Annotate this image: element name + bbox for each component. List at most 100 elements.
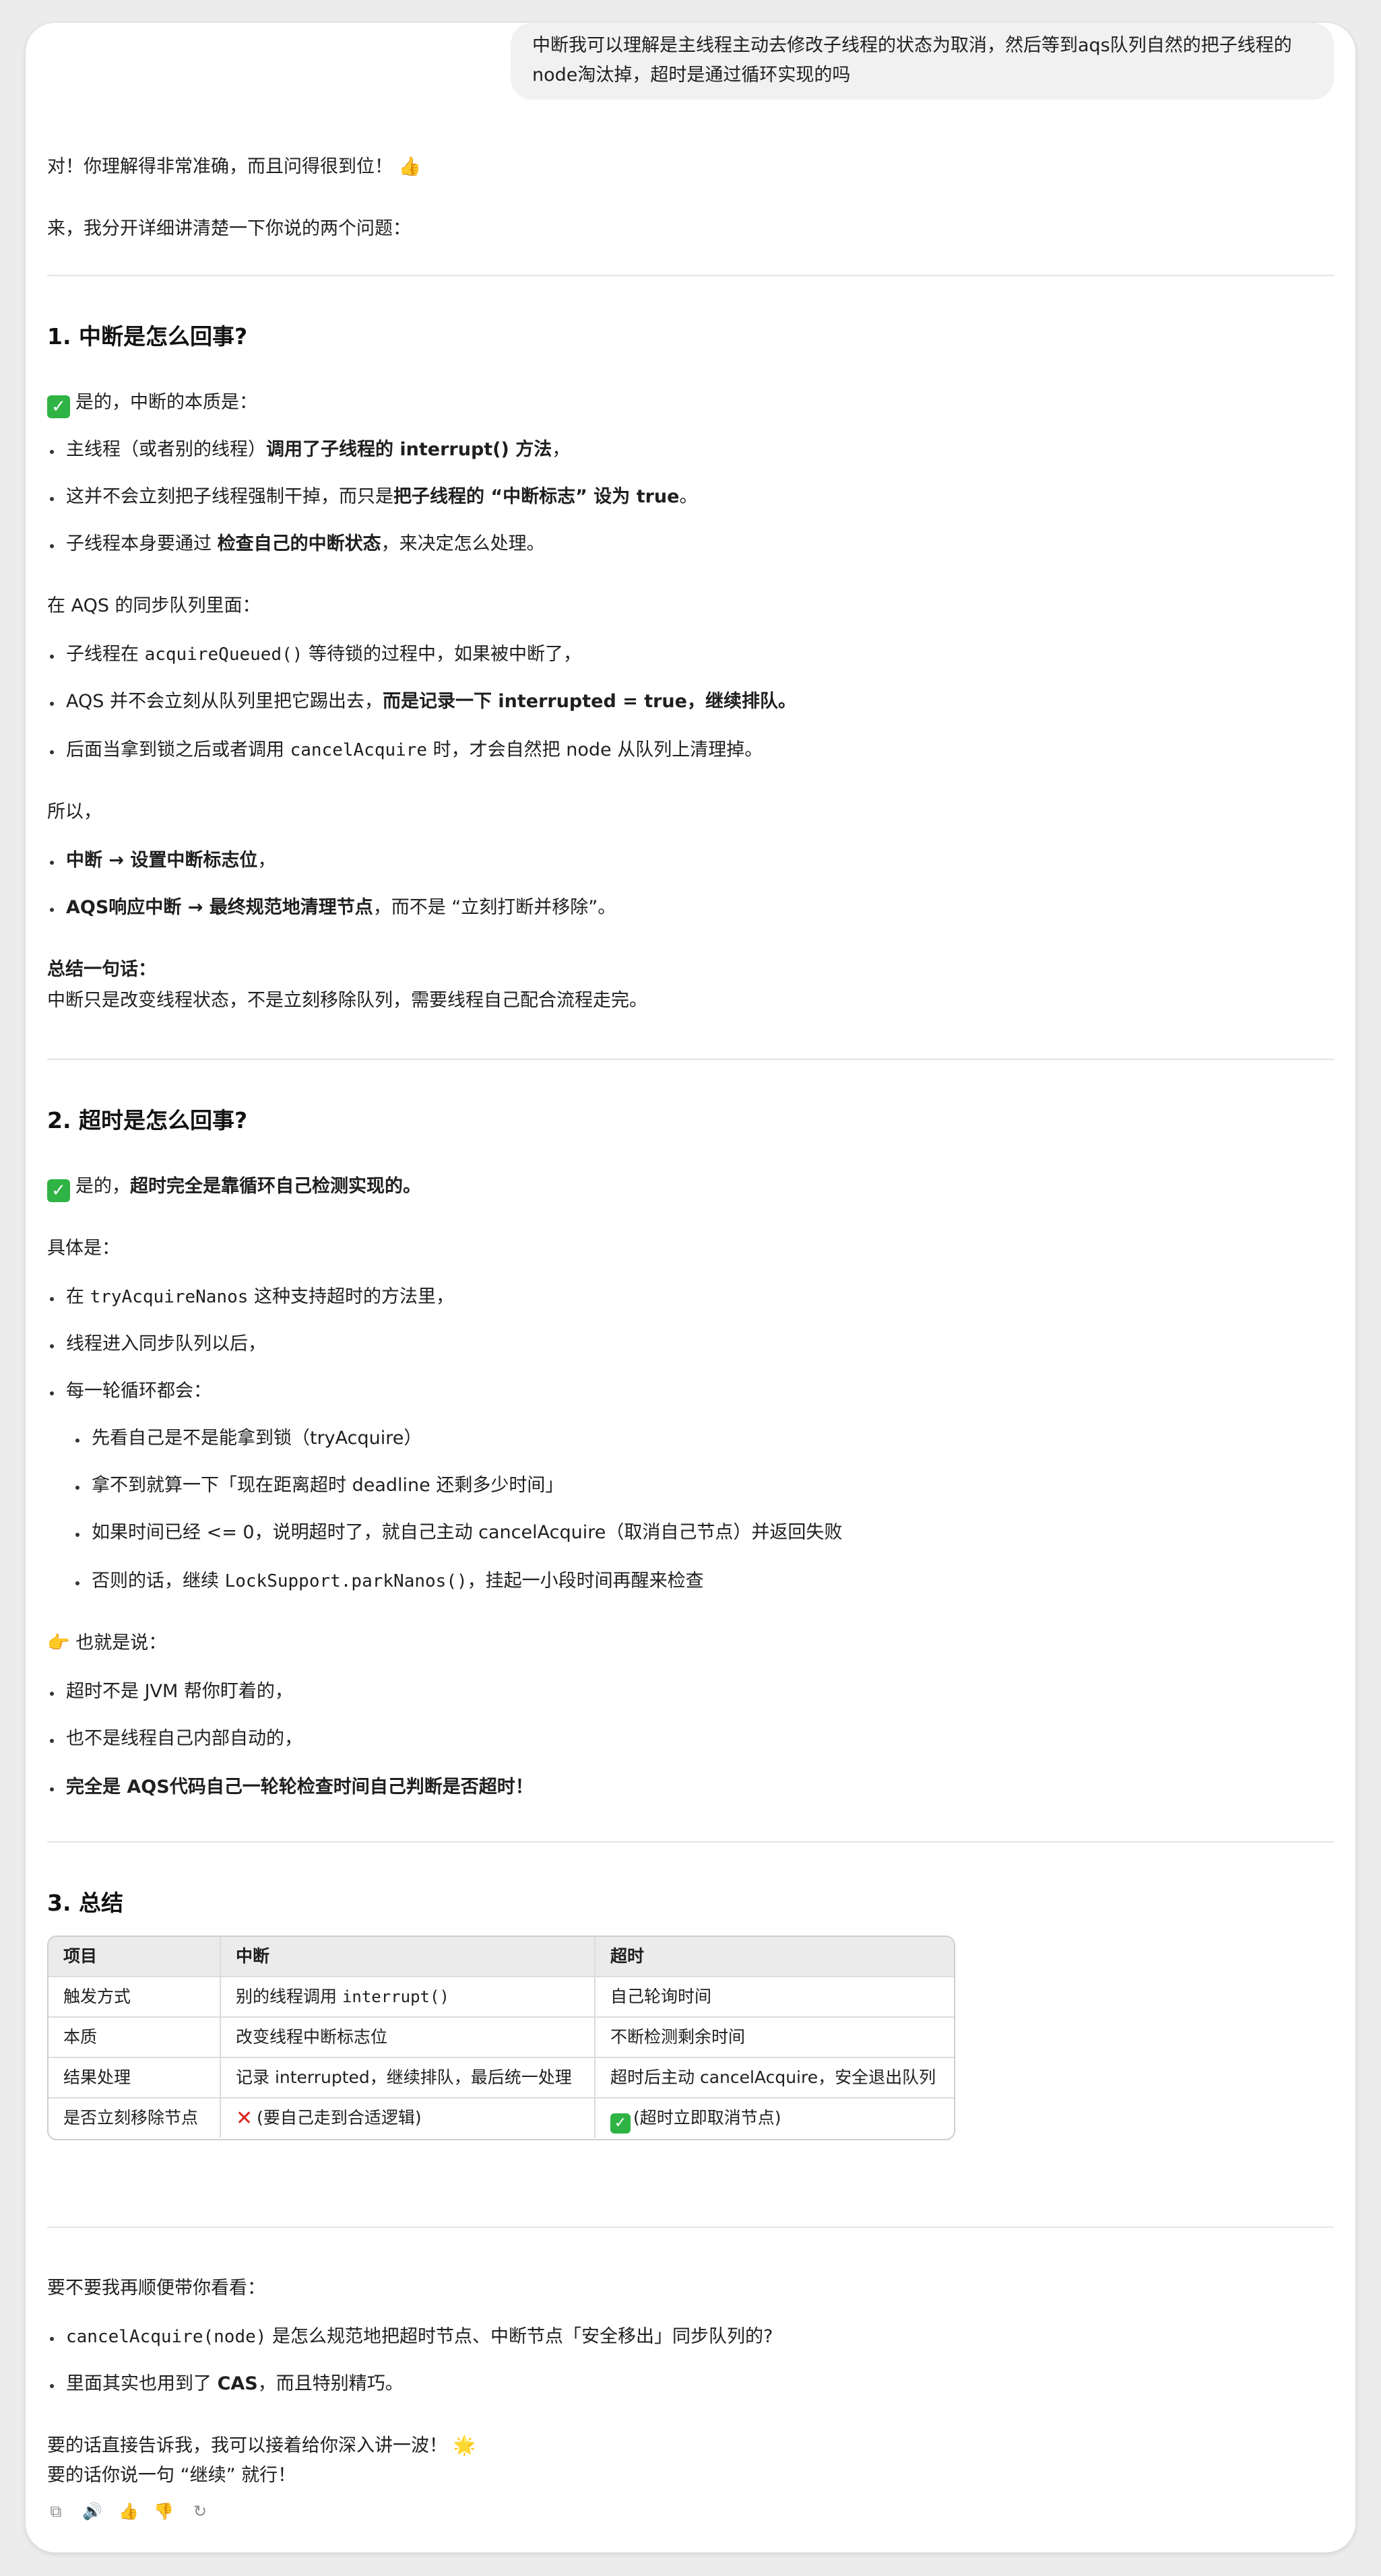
- bold-text: 把子线程的 “中断标志” 设为 true: [393, 486, 680, 507]
- divider: [47, 275, 1334, 276]
- aqs-lead: 在 AQS 的同步队列里面：: [47, 595, 261, 616]
- section-2-title: 2. 超时是怎么回事?: [47, 1107, 248, 1133]
- speaker-icon[interactable]: 🔊: [82, 2501, 102, 2521]
- bullet-icon: [50, 861, 54, 865]
- regenerate-icon[interactable]: ↻: [190, 2501, 210, 2521]
- bold-text: 调用了子线程的 interrupt() 方法: [266, 439, 552, 460]
- text: (超时立即取消节点): [633, 2108, 781, 2127]
- closing-line-1: 要的话直接告诉我，我可以接着给你深入讲一波！ 🌟: [47, 2433, 476, 2459]
- inline-code: LockSupport.parkNanos(): [224, 1571, 468, 1591]
- text: 在: [66, 1286, 90, 1307]
- bullet-icon: [75, 1533, 79, 1537]
- thumbs-down-icon[interactable]: 👎: [154, 2501, 174, 2521]
- text: 否则的话，继续: [92, 1571, 225, 1591]
- closing-line-2: 要的话你说一句 “继续” 就行！: [47, 2465, 296, 2486]
- list-item: 超时不是 JVM 帮你盯着的，: [66, 1681, 293, 1702]
- list-item: 线程进入同步队列以后，: [66, 1333, 266, 1354]
- table-cell: ✓ (超时立即取消节点): [594, 2099, 954, 2138]
- text: ，挂起一小段时间再醒来检查: [467, 1571, 704, 1591]
- intro-text: 对！你理解得非常准确，而且问得很到位！: [47, 156, 393, 177]
- text: 。: [679, 486, 698, 507]
- list-item: 在 tryAcquireNanos 这种支持超时的方法里，: [66, 1284, 454, 1311]
- bold-text: CAS: [217, 2373, 258, 2394]
- sub-list-item: 先看自己是不是能拿到锁（tryAcquire）: [92, 1428, 422, 1449]
- check-mark-icon: ✓: [47, 395, 70, 418]
- bullet-icon: [50, 655, 54, 659]
- text: 里面其实也用到了: [66, 2373, 218, 2394]
- text: (要自己走到合适逻辑): [257, 2108, 422, 2127]
- bullet-icon: [50, 2337, 54, 2341]
- bullet-icon: [50, 450, 54, 454]
- table-cell: 自己轮询时间: [594, 1977, 954, 2016]
- table-cell: 触发方式: [63, 1987, 131, 2006]
- table-header-cell: 中断: [220, 1937, 594, 1976]
- summary-label: 总结一句话：: [47, 959, 156, 980]
- check-mark-icon: ✓: [47, 1179, 70, 1202]
- list-item: AQS响应中断 → 最终规范地清理节点，而不是 “立刻打断并移除”。: [66, 894, 616, 921]
- user-message-line-1: 中断我可以理解是主线程主动去修改子线程的状态为取消，然后等到aqs队列自然的把子…: [532, 35, 1292, 56]
- text: ，而且特别精巧。: [257, 2373, 404, 2394]
- text: 后面当拿到锁之后或者调用: [66, 739, 290, 760]
- text: 子线程本身要通过: [66, 533, 218, 554]
- table-header-cell: 超时: [594, 1937, 954, 1976]
- sub-list-item: 拿不到就算一下「现在距离超时 deadline 还剩多少时间」: [92, 1475, 564, 1496]
- text: 这并不会立刻把子线程强制干掉，而只是: [66, 486, 393, 507]
- divider: [47, 1841, 1334, 1843]
- text: AQS 并不会立刻从队列里把它踢出去，: [66, 691, 383, 712]
- sparkle-icon: 🌟: [453, 2435, 476, 2456]
- bullet-icon: [50, 908, 54, 912]
- sub-list-item: 如果时间已经 <= 0，说明超时了，就自己主动 cancelAcquire（取消…: [92, 1522, 843, 1543]
- list-item: 里面其实也用到了 CAS，而且特别精巧。: [66, 2371, 404, 2398]
- thumbs-up-icon[interactable]: 👍: [119, 2501, 139, 2521]
- bold-text: 中断 → 设置中断标志位: [66, 850, 258, 871]
- text: 也就是说：: [75, 1632, 167, 1653]
- table-header-cell: 项目: [63, 1946, 98, 1966]
- list-item: 每一轮循环都会：: [66, 1381, 212, 1401]
- section-3-title: 3. 总结: [47, 1890, 123, 1916]
- pointing-hand-icon: 👉: [47, 1632, 70, 1653]
- text: 要的话直接告诉我，我可以接着给你深入讲一波！: [47, 2435, 447, 2456]
- section-2-lead: ✓ 是的，超时完全是靠循环自己检测实现的。: [47, 1173, 421, 1202]
- bullet-icon: [50, 1391, 54, 1395]
- text: 是怎么规范地把超时节点、中断节点「安全移出」同步队列的?: [266, 2326, 773, 2347]
- table-cell: 超时后主动 cancelAcquire，安全退出队列: [594, 2058, 954, 2097]
- text: ，而不是 “立刻打断并移除”。: [373, 897, 616, 918]
- text: 时，才会自然把 node 从队列上清理掉。: [427, 739, 763, 760]
- inline-code: interrupt(): [342, 1987, 449, 2006]
- table-cell: 结果处理: [63, 2068, 131, 2087]
- bullet-icon: [50, 1344, 54, 1348]
- divider: [47, 2226, 1334, 2228]
- bullet-icon: [50, 1692, 54, 1696]
- table-cell: 记录 interrupted，继续排队，最后统一处理: [220, 2058, 594, 2097]
- list-item: 子线程在 acquireQueued() 等待锁的过程中，如果被中断了，: [66, 641, 581, 668]
- text: 子线程在: [66, 644, 145, 665]
- cross-mark-icon: ✕: [236, 2107, 253, 2130]
- copy-icon[interactable]: ⧉: [46, 2501, 66, 2521]
- table-row: 触发方式 别的线程调用 interrupt() 自己轮询时间: [49, 1976, 954, 2016]
- thumbs-up-icon: 👍: [398, 156, 422, 177]
- list-item: 子线程本身要通过 检查自己的中断状态，来决定怎么处理。: [66, 531, 545, 558]
- bullet-icon: [50, 2384, 54, 2388]
- section-1-lead: ✓ 是的，中断的本质是：: [47, 389, 257, 418]
- list-item: 主线程（或者别的线程）调用了子线程的 interrupt() 方法，: [66, 436, 570, 463]
- divider: [47, 1059, 1334, 1060]
- list-item: cancelAcquire(node) 是怎么规范地把超时节点、中断节点「安全移…: [66, 2323, 773, 2350]
- text: 是的，: [75, 1176, 130, 1197]
- bullet-icon: [50, 750, 54, 754]
- table-row: 结果处理 记录 interrupted，继续排队，最后统一处理 超时后主动 ca…: [49, 2057, 954, 2097]
- bullet-icon: [50, 497, 54, 501]
- check-mark-icon: ✓: [610, 2113, 631, 2134]
- sub-list-item: 否则的话，继续 LockSupport.parkNanos()，挂起一小段时间再…: [92, 1568, 704, 1595]
- table-cell: 本质: [63, 2027, 98, 2047]
- table-cell: 改变线程中断标志位: [220, 2018, 594, 2057]
- bold-text: AQS响应中断 → 最终规范地清理节点: [66, 897, 373, 918]
- bullet-icon: [50, 1787, 54, 1791]
- table-cell: 是否立刻移除节点: [63, 2108, 199, 2127]
- bold-text: 检查自己的中断状态: [217, 533, 381, 554]
- bullet-icon: [75, 1486, 79, 1490]
- bullet-icon: [50, 702, 54, 706]
- text: 等待锁的过程中，如果被中断了，: [302, 644, 581, 665]
- list-item: 后面当拿到锁之后或者调用 cancelAcquire 时，才会自然把 node …: [66, 737, 763, 764]
- inline-code: acquireQueued(): [144, 645, 303, 665]
- inline-code: cancelAcquire: [290, 740, 428, 760]
